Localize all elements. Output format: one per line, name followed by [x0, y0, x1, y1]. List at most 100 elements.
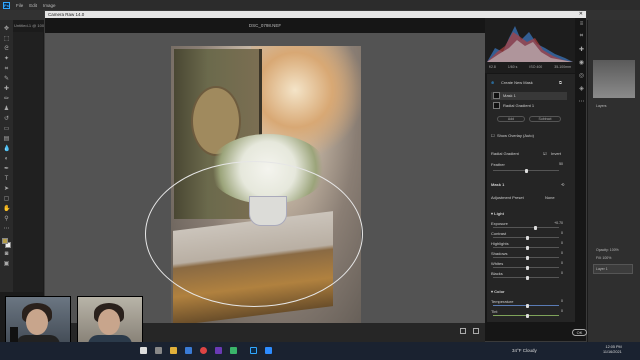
add-button[interactable]: Add: [497, 116, 525, 122]
crop-tool-icon[interactable]: ⌗: [3, 66, 10, 73]
dodge-tool-icon[interactable]: ◐: [3, 156, 10, 163]
healing-tool-icon[interactable]: ✚: [3, 86, 10, 93]
slider-knob[interactable]: [526, 313, 529, 318]
presets-icon[interactable]: ◈: [579, 85, 584, 92]
slider-track[interactable]: [493, 313, 559, 318]
feather-value[interactable]: 50: [559, 162, 563, 166]
slider-track[interactable]: [493, 255, 559, 260]
menu-image[interactable]: Image: [43, 3, 56, 8]
histogram-graph: [487, 26, 573, 62]
ok-button[interactable]: OK: [572, 329, 587, 336]
compare-icon[interactable]: [460, 328, 466, 334]
pen-tool-icon[interactable]: ✒: [3, 166, 10, 173]
slider-track[interactable]: [493, 265, 559, 270]
wand-tool-icon[interactable]: ✦: [3, 56, 10, 63]
mail-icon[interactable]: [185, 347, 192, 354]
mask-icon[interactable]: ◉: [579, 59, 584, 66]
subtract-button[interactable]: Subtract: [529, 116, 561, 122]
radial-gradient-outline[interactable]: [145, 161, 363, 307]
slider-value[interactable]: 0: [561, 299, 563, 303]
crop-icon[interactable]: ⌗: [580, 33, 583, 40]
more-icon[interactable]: ⋯: [579, 98, 585, 105]
screen-mode-icon[interactable]: ▣: [3, 261, 10, 268]
start-icon[interactable]: [140, 347, 147, 354]
slider-track[interactable]: [493, 245, 559, 250]
slider-value[interactable]: 0: [561, 309, 563, 313]
create-new-mask[interactable]: Create New Mask: [501, 80, 533, 85]
foreground-color[interactable]: [2, 238, 8, 244]
history-brush-icon[interactable]: ↺: [3, 116, 10, 123]
eyedropper-tool-icon[interactable]: ✎: [3, 76, 10, 83]
slider-track[interactable]: [493, 275, 559, 280]
reset-icon[interactable]: ⟲: [561, 182, 564, 187]
slider-value[interactable]: 0: [561, 231, 563, 235]
preset-select[interactable]: None: [545, 195, 555, 200]
slider-value[interactable]: 0: [561, 261, 563, 265]
create-mask-icon[interactable]: ⊕: [491, 80, 494, 85]
slider-value[interactable]: +0.70: [554, 221, 563, 225]
brush-tool-icon[interactable]: ✏: [3, 96, 10, 103]
slider-value[interactable]: 0: [561, 251, 563, 255]
slider-track[interactable]: [493, 303, 559, 308]
zoom-tool-icon[interactable]: ⚲: [3, 216, 10, 223]
color-section[interactable]: ▾ Color: [491, 289, 505, 294]
gradient-tool-icon[interactable]: ▤: [3, 136, 10, 143]
histogram: f/2.8 1/60 s ISO 400 35-100mm: [485, 18, 575, 73]
redeye-icon[interactable]: ◎: [579, 72, 584, 79]
opacity-label[interactable]: Opacity: 100%: [596, 248, 619, 252]
shape-tool-icon[interactable]: ▢: [3, 196, 10, 203]
quick-mask-icon[interactable]: ◙: [3, 251, 10, 258]
file-explorer-icon[interactable]: [170, 347, 177, 354]
close-icon[interactable]: ✕: [579, 11, 583, 18]
menu-edit[interactable]: Edit: [29, 3, 37, 8]
weather[interactable]: 34°F Cloudy: [512, 348, 537, 353]
app2-icon[interactable]: [230, 347, 237, 354]
overlay-checkbox[interactable]: ☐: [491, 133, 495, 138]
slider-knob[interactable]: [526, 255, 529, 260]
feather-knob[interactable]: [524, 168, 528, 173]
color-swatches[interactable]: [2, 238, 11, 248]
slider-track[interactable]: [493, 225, 559, 230]
heal-icon[interactable]: ✚: [579, 46, 584, 53]
menu-file[interactable]: File: [16, 3, 23, 8]
slider-knob[interactable]: [526, 275, 529, 280]
slider-track[interactable]: [493, 235, 559, 240]
mask-options-icon[interactable]: ⧉: [559, 80, 562, 85]
zoom-icon[interactable]: [265, 347, 272, 354]
lasso-tool-icon[interactable]: ᘓ: [3, 46, 10, 53]
fill-label[interactable]: Fill: 100%: [596, 256, 611, 260]
path-select-icon[interactable]: ➤: [3, 186, 10, 193]
marquee-tool-icon[interactable]: ⬚: [3, 36, 10, 43]
slider-label: Tint: [491, 309, 498, 314]
person-head: [98, 309, 120, 335]
clock[interactable]: 12:05 PM 11/16/2021: [603, 345, 622, 355]
eraser-tool-icon[interactable]: ▭: [3, 126, 10, 133]
chrome-icon[interactable]: [200, 347, 207, 354]
app-icon[interactable]: [215, 347, 222, 354]
before-after-icon[interactable]: [473, 328, 479, 334]
radial-gradient-item[interactable]: Radial Gradient 1: [503, 103, 534, 108]
edit-icon[interactable]: ≡: [580, 21, 584, 27]
slider-knob[interactable]: [526, 245, 529, 250]
photoshop-taskbar-icon[interactable]: [250, 347, 257, 354]
slider-value[interactable]: 0: [561, 241, 563, 245]
move-tool-icon[interactable]: ✥: [3, 26, 10, 33]
slider-knob[interactable]: [526, 303, 529, 308]
slider-knob[interactable]: [526, 235, 529, 240]
feather-label: Feather: [491, 162, 505, 167]
more-tools-icon[interactable]: ⋯: [3, 226, 10, 233]
light-section[interactable]: ▾ Light: [491, 211, 504, 216]
mask1-label[interactable]: Mask 1: [503, 93, 516, 98]
hand-tool-icon[interactable]: ✋: [3, 206, 10, 213]
stamp-tool-icon[interactable]: ♟: [3, 106, 10, 113]
invert-checkbox[interactable]: ☑: [543, 151, 547, 156]
feather-slider[interactable]: [493, 168, 559, 173]
search-icon[interactable]: [155, 347, 162, 354]
screen: Ps File Edit Image Untitled-1 @ 100% ✥ ⬚…: [0, 0, 640, 360]
slider-knob[interactable]: [533, 225, 537, 230]
slider-knob[interactable]: [526, 265, 529, 270]
type-tool-icon[interactable]: T: [3, 176, 10, 183]
blur-tool-icon[interactable]: 💧: [3, 146, 10, 153]
image-preview[interactable]: [45, 33, 485, 331]
slider-value[interactable]: 0: [561, 271, 563, 275]
